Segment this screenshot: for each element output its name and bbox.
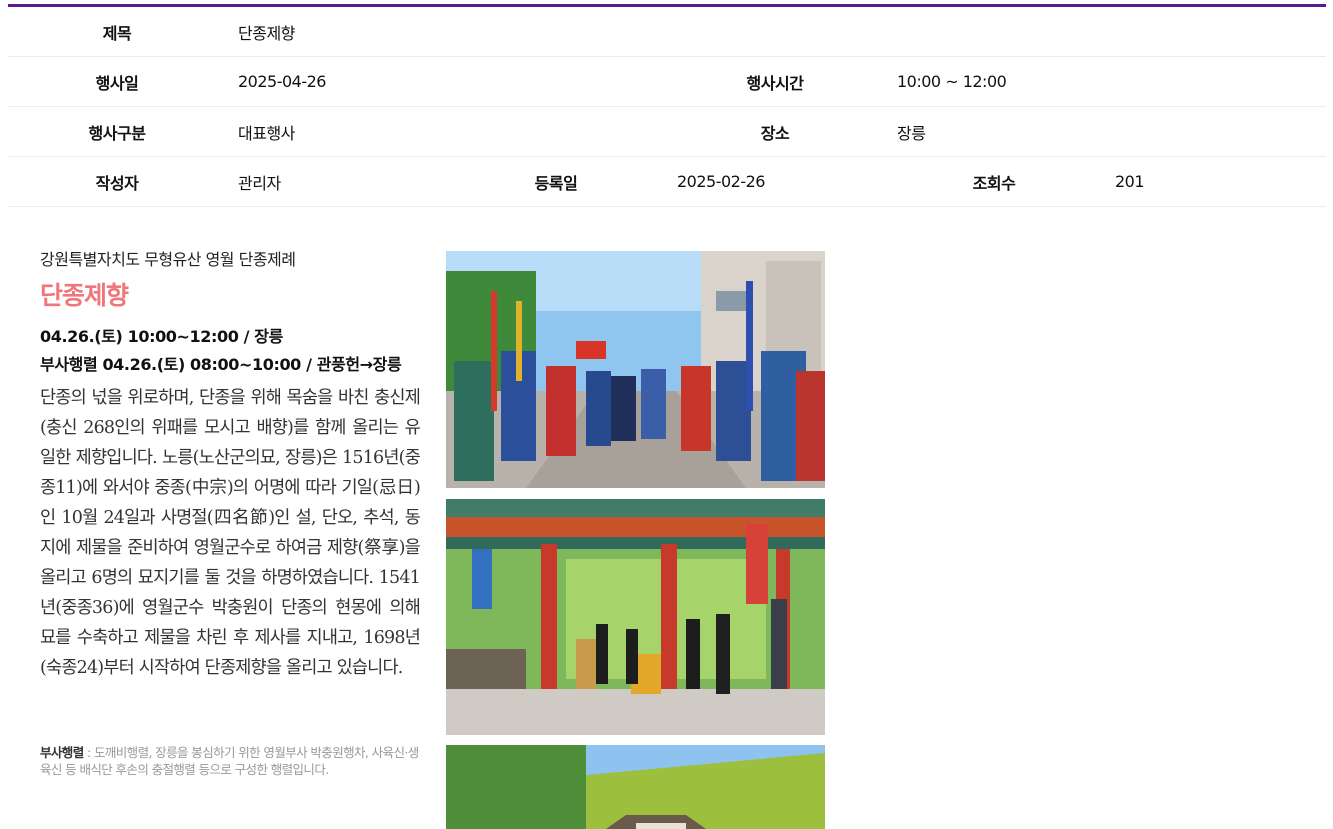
- category-label: 행사구분: [8, 106, 226, 157]
- article-body: 단종의 넋을 위로하며, 단종을 위해 목숨을 바친 충신제(충신 268인의 …: [40, 388, 421, 678]
- date-value: 2025-04-26: [226, 56, 665, 107]
- article-subtitle: 강원특별자치도 무형유산 영월 단종제례: [40, 250, 296, 269]
- schedule-main: 04.26.(토) 10:00~12:00 / 장릉: [40, 327, 283, 346]
- place-label: 장소: [665, 106, 885, 157]
- photo-shrine: [446, 499, 825, 735]
- schedule-procession: 부사행렬 04.26.(토) 08:00~10:00 / 관풍헌→장릉: [40, 355, 402, 374]
- views-value: 201: [1103, 156, 1326, 207]
- registered-value: 2025-02-26: [665, 156, 885, 207]
- author-value: 관리자: [226, 156, 447, 207]
- views-label: 조회수: [885, 156, 1103, 207]
- info-row-meta: 작성자 관리자 등록일 2025-02-26 조회수 201: [8, 156, 1326, 207]
- article-heading: 단종제향: [40, 281, 129, 310]
- info-row-category: 행사구분 대표행사 장소 장릉: [8, 106, 1326, 157]
- time-label: 행사시간: [665, 56, 885, 107]
- info-row-date: 행사일 2025-04-26 행사시간 10:00 ~ 12:00: [8, 56, 1326, 107]
- category-value: 대표행사: [226, 106, 665, 157]
- registered-label: 등록일: [447, 156, 665, 207]
- photo-tomb-hill: [446, 745, 825, 829]
- title-label: 제목: [8, 7, 226, 57]
- note-text: : 도깨비행렬, 장릉을 봉심하기 위한 영월부사 박충원행차, 사육신·생육신…: [40, 745, 419, 777]
- place-value: 장릉: [885, 106, 1326, 157]
- photo-procession: [446, 251, 825, 488]
- procession-note: 부사행렬 : 도깨비행렬, 장릉을 봉심하기 위한 영월부사 박충원행차, 사육…: [40, 744, 425, 778]
- author-label: 작성자: [8, 156, 226, 207]
- note-label: 부사행렬: [40, 745, 84, 760]
- title-value: 단종제향: [226, 7, 1326, 57]
- time-value: 10:00 ~ 12:00: [885, 56, 1326, 107]
- info-row-title: 제목 단종제향: [8, 7, 1326, 57]
- date-label: 행사일: [8, 56, 226, 107]
- event-info-table: 제목 단종제향 행사일 2025-04-26 행사시간 10:00 ~ 12:0…: [8, 7, 1326, 207]
